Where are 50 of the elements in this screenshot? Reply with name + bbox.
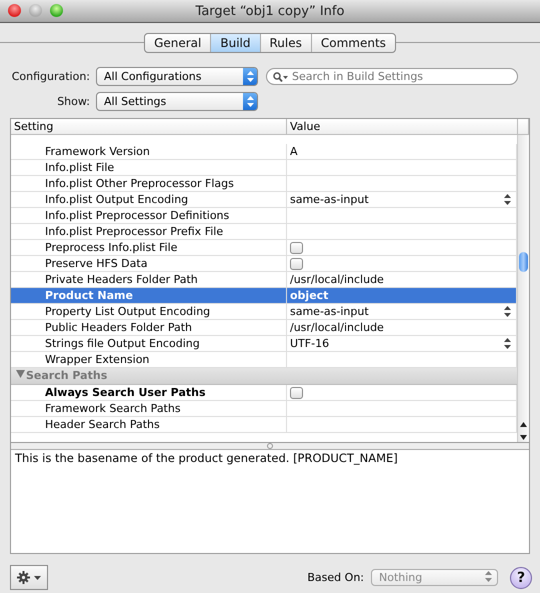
checkbox[interactable]	[290, 386, 303, 398]
table-row[interactable]: Info.plist Preprocessor Definitions	[11, 208, 517, 224]
table-row[interactable]: Always Search User Paths	[11, 385, 517, 401]
search-icon	[273, 72, 289, 82]
scroll-arrows-icon[interactable]	[520, 420, 527, 442]
tab[interactable]: Build	[210, 34, 260, 52]
based-on-label: Based On:	[307, 571, 364, 584]
description-text: This is the basename of the product generated. [PRODUCT_NAME]	[14, 450, 399, 466]
splitter-handle[interactable]	[267, 443, 273, 449]
tab[interactable]: Rules	[260, 34, 311, 52]
zoom-icon[interactable]	[50, 4, 63, 17]
popup-menu[interactable]: All Configurations	[96, 67, 258, 86]
field-label: Show:	[56, 95, 90, 108]
table-row[interactable]: Public Headers Folder Path /usr/local/include	[11, 320, 517, 336]
table-row[interactable]: Preserve HFS Data	[11, 256, 517, 272]
checkbox[interactable]	[290, 242, 303, 254]
stepper-icon[interactable]	[504, 306, 511, 317]
caret-icon	[34, 576, 41, 580]
table-row[interactable]: Info.plist Other Preprocessor Flags	[11, 176, 517, 192]
stepper-icon[interactable]	[504, 338, 511, 349]
checkbox[interactable]	[290, 258, 303, 270]
table-row[interactable]: Info.plist Preprocessor Prefix File	[11, 224, 517, 240]
column-header[interactable]: Value	[287, 119, 518, 134]
minimize-icon[interactable]	[29, 4, 42, 17]
tab[interactable]: Comments	[310, 34, 395, 52]
scroll-thumb[interactable]	[519, 252, 528, 272]
stepper-icon	[485, 570, 492, 584]
window-title: Target “obj1 copy” Info	[194, 4, 346, 18]
popup-menu[interactable]: All Settings	[96, 92, 258, 111]
table-row[interactable]: Framework Search Paths	[11, 401, 517, 417]
table-row[interactable]: Preprocess Info.plist File	[11, 240, 517, 256]
stepper-icon	[243, 68, 257, 85]
table-row[interactable]: Property List Output Encoding same-as-input	[11, 304, 517, 320]
gear-icon	[17, 571, 30, 584]
scrollbar[interactable]	[517, 135, 529, 442]
table-row[interactable]: Info.plist Output Encoding same-as-input	[11, 192, 517, 208]
table-row[interactable]: Framework Version A	[11, 144, 517, 160]
stepper-icon	[243, 93, 257, 110]
table-row[interactable]: Header Search Paths	[11, 417, 517, 433]
column-header[interactable]: Setting	[11, 119, 287, 134]
help-button[interactable]: ?	[510, 566, 532, 588]
table-row[interactable]: Strings file Output Encoding UTF-16	[11, 336, 517, 352]
table-row[interactable]: Info.plist File	[11, 160, 517, 176]
tab[interactable]: General	[145, 34, 210, 52]
close-icon[interactable]	[8, 4, 21, 17]
table-row[interactable]: Product Name object	[11, 288, 517, 304]
stepper-icon[interactable]	[504, 194, 511, 205]
action-menu-button[interactable]	[10, 565, 48, 590]
search-field[interactable]: Search in Build Settings	[266, 68, 518, 85]
field-label: Configuration:	[10, 70, 90, 83]
